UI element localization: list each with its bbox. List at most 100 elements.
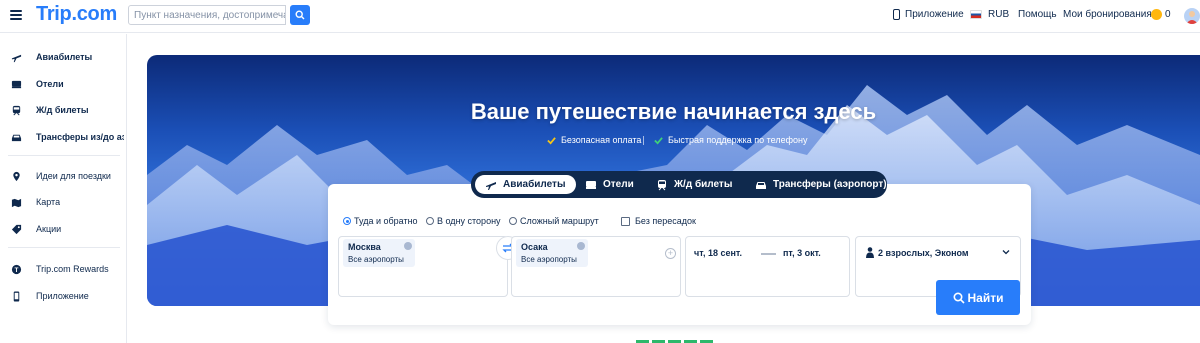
radio-label: Туда и обратно — [354, 216, 418, 226]
radio-icon — [426, 217, 434, 225]
search-input[interactable]: Пункт назначения, достопримечатель... — [128, 5, 286, 25]
sidebar-item-flights[interactable]: Авиабилеты — [0, 46, 127, 68]
passengers-summary: 2 взрослых, Эконом — [878, 248, 969, 258]
sidebar-item-label: Идеи для поездки — [36, 171, 111, 181]
plane-icon — [485, 179, 497, 191]
phone-icon — [11, 290, 22, 302]
sidebar-item-trip-ideas[interactable]: Идеи для поездки — [0, 165, 127, 187]
currency-label: RUB — [988, 9, 1010, 20]
app-link[interactable]: Приложение — [893, 9, 964, 20]
sidebar-item-label: Приложение — [36, 291, 89, 301]
radio-label: В одну сторону — [437, 216, 501, 226]
sidebar-item-deals[interactable]: Акции — [0, 218, 127, 240]
from-city-chip[interactable]: Москва Все аэропорты — [343, 239, 415, 267]
remove-city-icon[interactable] — [577, 242, 585, 250]
tab-label: Ж/д билеты — [674, 179, 733, 190]
date-separator — [761, 253, 776, 255]
checkbox-icon — [621, 216, 630, 226]
coins-count: 0 — [1165, 9, 1171, 20]
sidebar-item-trains[interactable]: Ж/д билеты — [0, 99, 127, 121]
tab-flights[interactable]: Авиабилеты — [475, 175, 576, 194]
trip-logo[interactable]: Trip.com — [36, 3, 117, 26]
sidebar-item-label: Авиабилеты — [36, 52, 93, 62]
tab-label: Отели — [603, 179, 634, 190]
sidebar: Авиабилеты Отели Ж/д билеты Трансферы из… — [0, 34, 127, 343]
coin-icon — [1151, 9, 1162, 20]
my-bookings-link[interactable]: Мои бронирования — [1063, 9, 1152, 20]
shield-check-icon — [654, 136, 663, 145]
sidebar-divider — [8, 155, 120, 156]
chevron-down-icon — [1002, 250, 1010, 255]
russia-flag-icon — [970, 10, 982, 19]
tab-hotels[interactable]: Отели — [585, 175, 634, 194]
bed-icon — [11, 79, 22, 90]
feature-secure-payment: Безопасная оплата — [547, 135, 641, 145]
sidebar-item-transfers[interactable]: Трансферы из/до аэ... — [0, 126, 127, 148]
feature-label: Безопасная оплата — [561, 135, 642, 145]
feature-phone-support: Быстрая поддержка по телефону — [654, 135, 807, 145]
sidebar-item-hotels[interactable]: Отели — [0, 73, 127, 95]
radio-multi-city[interactable]: Сложный маршрут — [509, 216, 599, 226]
to-city-airports: Все аэропорты — [521, 255, 577, 264]
search-button[interactable] — [290, 5, 310, 25]
sidebar-divider — [8, 247, 120, 248]
pin-icon — [11, 171, 22, 182]
from-city-airports: Все аэропорты — [348, 255, 404, 264]
hero-title: Ваше путешествие начинается здесь — [470, 99, 877, 124]
rewards-icon: T — [11, 264, 22, 275]
tab-transfers[interactable]: Трансферы (аэропорт) — [755, 175, 887, 194]
sidebar-item-map[interactable]: Карта — [0, 191, 127, 213]
sidebar-item-label: Трансферы из/до аэ... — [36, 132, 124, 142]
radio-icon — [509, 217, 517, 225]
to-city-chip[interactable]: Осака Все аэропорты — [516, 239, 588, 267]
dates-field[interactable]: чт, 18 сент. пт, 3 окт. — [685, 236, 850, 297]
tag-icon — [11, 224, 22, 235]
from-field[interactable]: Москва Все аэропорты — [338, 236, 508, 297]
feature-divider — [643, 136, 644, 145]
phone-icon — [893, 9, 900, 20]
currency-selector[interactable]: RUB — [970, 9, 1009, 20]
radio-one-way[interactable]: В одну сторону — [426, 216, 501, 226]
sidebar-item-label: Отели — [36, 79, 64, 89]
avatar[interactable] — [1184, 8, 1200, 24]
train-icon — [656, 179, 668, 191]
add-city-icon[interactable]: + — [665, 248, 676, 259]
to-city-name: Осака — [521, 242, 548, 252]
sidebar-item-rewards[interactable]: T Trip.com Rewards — [0, 258, 127, 280]
sidebar-item-app[interactable]: Приложение — [0, 285, 127, 307]
top-header: Trip.com Пункт назначения, достопримечат… — [0, 0, 1200, 33]
search-panel: Туда и обратно В одну сторону Сложный ма… — [328, 184, 1031, 325]
tab-trains[interactable]: Ж/д билеты — [656, 175, 732, 194]
checkbox-nonstop[interactable]: Без пересадок — [621, 216, 696, 226]
help-link[interactable]: Помощь — [1018, 9, 1057, 20]
remove-city-icon[interactable] — [404, 242, 412, 250]
sidebar-item-label: Акции — [36, 224, 62, 234]
car-icon — [11, 132, 22, 143]
car-icon — [755, 179, 767, 191]
radio-round-trip[interactable]: Туда и обратно — [343, 216, 418, 226]
sidebar-item-label: Trip.com Rewards — [36, 264, 109, 274]
coins-badge[interactable]: 0 — [1151, 9, 1171, 20]
svg-text:T: T — [15, 266, 19, 273]
plane-icon — [11, 52, 22, 63]
checkbox-label: Без пересадок — [635, 216, 696, 226]
train-icon — [11, 105, 22, 116]
to-field[interactable]: Осака Все аэропорты + — [511, 236, 681, 297]
radio-selected-icon — [343, 217, 351, 225]
search-button-label: Найти — [967, 290, 1004, 305]
feature-label: Быстрая поддержка по телефону — [668, 135, 808, 145]
search-icon — [295, 10, 305, 20]
shield-check-icon — [547, 136, 556, 145]
search-icon — [952, 291, 965, 304]
from-city-name: Москва — [348, 242, 381, 252]
sidebar-item-label: Ж/д билеты — [36, 105, 89, 115]
return-date[interactable]: пт, 3 окт. — [783, 248, 821, 258]
bed-icon — [585, 179, 597, 191]
tab-label: Трансферы (аэропорт) — [773, 179, 887, 190]
menu-icon[interactable] — [10, 10, 22, 20]
app-label: Приложение — [905, 9, 964, 20]
sidebar-item-label: Карта — [36, 197, 61, 207]
depart-date[interactable]: чт, 18 сент. — [694, 248, 742, 258]
radio-label: Сложный маршрут — [520, 216, 599, 226]
search-flights-button[interactable]: Найти — [936, 280, 1020, 315]
